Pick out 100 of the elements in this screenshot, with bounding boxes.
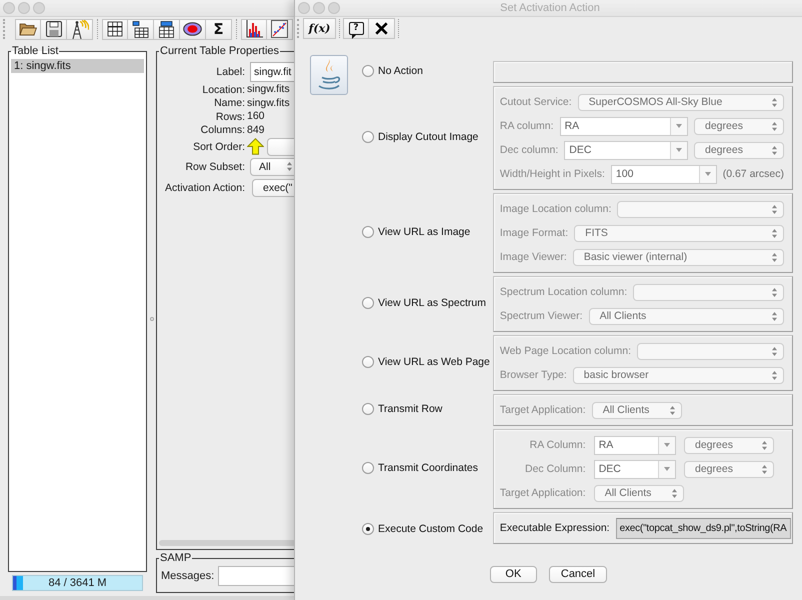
option-label: Target Application:: [500, 404, 586, 416]
option-label: RA column:: [500, 120, 554, 132]
sort-button[interactable]: [267, 138, 294, 156]
toolbar-button[interactable]: [15, 18, 41, 40]
toolbar-button[interactable]: [128, 18, 154, 40]
action-radio[interactable]: Transmit Coordinates: [362, 462, 478, 474]
updown-caret-icon: [772, 346, 777, 356]
close-icon: [375, 22, 388, 34]
dropdown-select[interactable]: All Clients: [594, 484, 684, 502]
property-label: Label:: [216, 66, 245, 78]
window-zoom-button[interactable]: [33, 2, 45, 14]
dropdown-select[interactable]: [637, 342, 784, 360]
property-button[interactable]: exec(": [252, 178, 294, 196]
combo-box[interactable]: DEC: [594, 460, 676, 478]
dropdown-select[interactable]: degrees: [694, 118, 784, 134]
option-label: Web Page Location column:: [500, 345, 632, 357]
option-label: Spectrum Viewer:: [500, 310, 583, 322]
caret-icon: [664, 467, 670, 471]
updown-caret-icon: [772, 146, 777, 154]
property-value: singw.fits: [247, 83, 290, 96]
close-button[interactable]: [369, 18, 395, 38]
toolbar-button[interactable]: [41, 18, 67, 40]
dropdown-select[interactable]: [617, 200, 784, 218]
dropdown-select[interactable]: All: [250, 158, 294, 176]
option-label: Dec Column:: [524, 463, 586, 475]
dialog-title: Set Activation Action: [500, 2, 600, 14]
property-value: 160: [247, 110, 265, 124]
option-label: Image Viewer:: [500, 251, 567, 263]
dropdown-select[interactable]: All Clients: [588, 308, 784, 324]
combo-box[interactable]: DEC: [564, 140, 688, 160]
updown-caret-icon: [772, 98, 777, 106]
window-zoom-button[interactable]: [328, 2, 340, 14]
up-arrow-icon: [247, 138, 264, 155]
size-note: (0.67 arcsec): [722, 168, 784, 180]
updown-caret-icon: [670, 406, 675, 414]
dropdown-select[interactable]: degrees: [684, 460, 774, 478]
action-radio[interactable]: Execute Custom Code: [362, 522, 484, 534]
panel-title: Table List: [11, 45, 60, 58]
property-label: Location:: [202, 84, 245, 96]
property-label: Activation Action:: [165, 182, 245, 194]
combo-box[interactable]: RA: [560, 116, 688, 136]
property-value: singw.fits: [247, 96, 290, 110]
action-radio[interactable]: View URL as Web Page: [362, 356, 490, 368]
toolbar-button[interactable]: [154, 18, 180, 40]
action-radio[interactable]: View URL as Spectrum: [362, 296, 486, 308]
dropdown-select[interactable]: degrees: [694, 142, 784, 158]
window-close-button[interactable]: [3, 2, 15, 14]
messages-field[interactable]: [218, 566, 294, 586]
dropdown-select[interactable]: degrees: [684, 436, 774, 454]
window-minimize-button[interactable]: [18, 2, 30, 14]
toolbar-button[interactable]: [267, 18, 293, 40]
option-label: Image Format:: [500, 227, 568, 239]
memory-usage-text: 84 / 3641 M: [48, 576, 107, 590]
updown-caret-icon: [772, 252, 777, 262]
updown-caret-icon: [762, 464, 767, 474]
action-radio[interactable]: No Action: [362, 64, 423, 76]
dropdown-select[interactable]: All Clients: [592, 402, 682, 418]
toolbar-button[interactable]: [67, 18, 93, 40]
messages-label: Messages:: [161, 570, 214, 582]
dropdown-select[interactable]: [633, 284, 784, 300]
combo-box[interactable]: RA: [594, 436, 676, 454]
window-minimize-button[interactable]: [313, 2, 325, 14]
coffee-cup-icon: [310, 55, 348, 95]
combo-box[interactable]: 100: [610, 164, 717, 184]
property-label: Row Subset:: [185, 160, 245, 172]
splitter-grip-icon[interactable]: [150, 317, 154, 321]
updown-caret-icon: [772, 228, 777, 238]
action-radio[interactable]: Display Cutout Image: [362, 130, 478, 142]
option-label: Dec column:: [500, 144, 558, 156]
action-radio[interactable]: View URL as Image: [362, 226, 470, 238]
option-label: Image Location column:: [500, 203, 612, 215]
dialog-button[interactable]: OK: [490, 566, 537, 583]
dropdown-select[interactable]: SuperCOSMOS All-Sky Blue: [578, 94, 784, 110]
dropdown-select[interactable]: basic browser: [572, 366, 784, 384]
horizontal-scrollbar[interactable]: [159, 540, 294, 546]
help-button[interactable]: ?: [343, 18, 369, 38]
window-close-button[interactable]: [298, 2, 310, 14]
dialog-button[interactable]: Cancel: [548, 566, 608, 583]
property-value: 849: [247, 124, 265, 137]
grid-header-icon: [158, 20, 175, 38]
ellipse-icon: [183, 22, 202, 36]
toolbar-button[interactable]: Σ: [206, 18, 232, 40]
action-radio[interactable]: Transmit Row: [362, 402, 442, 414]
table-grid-icon: [107, 21, 123, 37]
toolbar-button[interactable]: [102, 18, 128, 40]
caret-icon: [676, 124, 682, 128]
updown-caret-icon: [287, 162, 292, 171]
expression-field[interactable]: exec("topcat_show_ds9.pl",toString(RA: [616, 518, 791, 538]
toolbar-button[interactable]: [180, 18, 206, 40]
option-label: Browser Type:: [500, 369, 567, 381]
function-button[interactable]: f(x): [303, 18, 336, 38]
table-list-item[interactable]: 1: singw.fits: [11, 59, 144, 73]
grid-with-tab-icon: [132, 20, 149, 38]
option-label: Width/Height in Pixels:: [500, 168, 605, 180]
text-field[interactable]: singw.fit: [250, 62, 294, 82]
toolbar-button[interactable]: [241, 18, 267, 40]
updown-caret-icon: [772, 370, 777, 380]
dropdown-select[interactable]: FITS: [574, 224, 784, 242]
option-label: Cutout Service:: [500, 96, 572, 108]
dropdown-select[interactable]: Basic viewer (internal): [572, 248, 784, 266]
